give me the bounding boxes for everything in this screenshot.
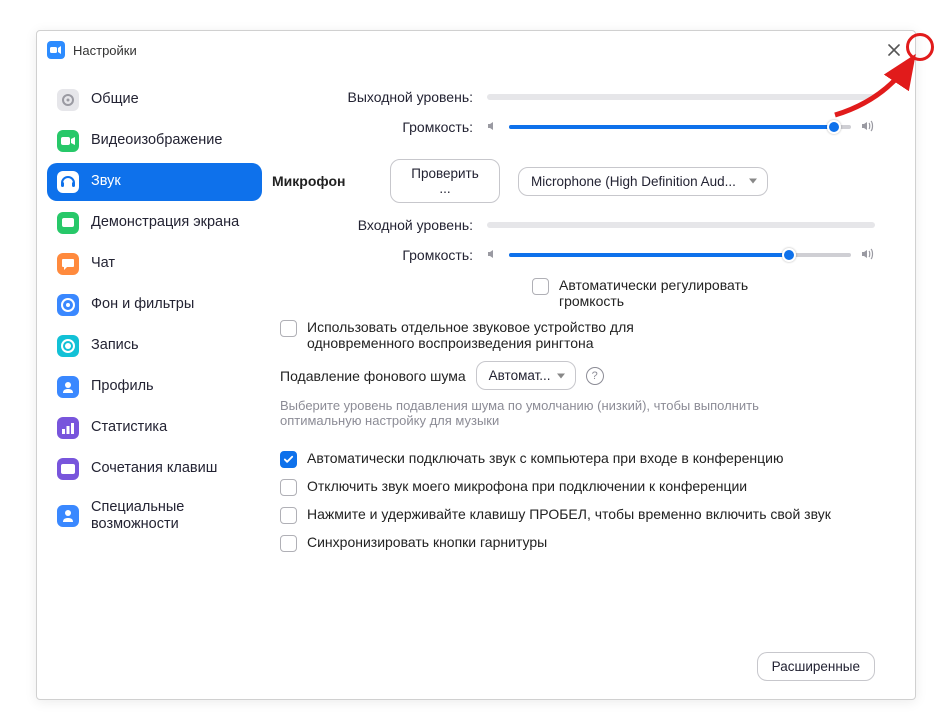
sync-headset-label: Синхронизировать кнопки гарнитуры bbox=[307, 534, 547, 550]
sidebar-label: Общие bbox=[91, 91, 139, 108]
sidebar-icon-4 bbox=[57, 253, 79, 275]
sidebar-item-3[interactable]: Демонстрация экрана bbox=[47, 204, 262, 242]
output-level-label: Выходной уровень: bbox=[272, 89, 487, 105]
sidebar-label: Фон и фильтры bbox=[91, 296, 194, 313]
test-mic-button[interactable]: Проверить ... bbox=[390, 159, 500, 203]
auto-join-audio-checkbox[interactable] bbox=[280, 451, 297, 468]
microphone-section-title: Микрофон bbox=[272, 173, 372, 189]
mute-on-join-label: Отключить звук моего микрофона при подкл… bbox=[307, 478, 747, 494]
sidebar-icon-7 bbox=[57, 376, 79, 398]
sidebar-item-6[interactable]: Запись bbox=[47, 327, 262, 365]
settings-window: Настройки Общие Видеоизображение Звук Демон… bbox=[36, 30, 916, 700]
close-button[interactable] bbox=[883, 39, 905, 61]
sidebar-item-5[interactable]: Фон и фильтры bbox=[47, 286, 262, 324]
sidebar-label: Статистика bbox=[91, 419, 167, 436]
sidebar-item-9[interactable]: Сочетания клавиш bbox=[47, 450, 262, 488]
sidebar-label: Профиль bbox=[91, 378, 154, 395]
sidebar-item-2[interactable]: Звук bbox=[47, 163, 262, 201]
speaker-high-icon bbox=[861, 119, 875, 135]
mic-volume-slider[interactable] bbox=[509, 253, 851, 257]
auto-volume-checkbox[interactable] bbox=[532, 278, 549, 295]
noise-suppression-select[interactable]: Автомат... bbox=[476, 361, 576, 390]
mic-volume-label: Громкость: bbox=[272, 247, 487, 263]
sidebar-item-0[interactable]: Общие bbox=[47, 81, 262, 119]
input-level-meter bbox=[487, 222, 875, 228]
help-icon[interactable]: ? bbox=[586, 367, 604, 385]
sidebar-label: Звук bbox=[91, 173, 121, 190]
sidebar-icon-9 bbox=[57, 458, 79, 480]
auto-volume-label: Автоматически регулировать громкость bbox=[559, 277, 779, 309]
window-title: Настройки bbox=[73, 43, 137, 58]
noise-suppression-label: Подавление фонового шума bbox=[280, 368, 466, 384]
mute-on-join-checkbox[interactable] bbox=[280, 479, 297, 496]
push-to-talk-label: Нажмите и удерживайте клавишу ПРОБЕЛ, чт… bbox=[307, 506, 831, 522]
settings-content: Выходной уровень: Громкость: bbox=[272, 65, 915, 699]
speaker-low-icon bbox=[487, 247, 499, 263]
push-to-talk-checkbox[interactable] bbox=[280, 507, 297, 524]
auto-join-audio-label: Автоматически подключать звук с компьюте… bbox=[307, 450, 783, 466]
sidebar: Общие Видеоизображение Звук Демонстрация эк… bbox=[37, 65, 272, 699]
sync-headset-checkbox[interactable] bbox=[280, 535, 297, 552]
sidebar-label: Демонстрация экрана bbox=[91, 214, 239, 231]
advanced-button[interactable]: Расширенные bbox=[757, 652, 875, 681]
speaker-low-icon bbox=[487, 119, 499, 135]
speaker-volume-label: Громкость: bbox=[272, 119, 487, 135]
sidebar-item-4[interactable]: Чат bbox=[47, 245, 262, 283]
sidebar-icon-0 bbox=[57, 89, 79, 111]
close-icon bbox=[888, 44, 900, 56]
sidebar-icon-6 bbox=[57, 335, 79, 357]
microphone-select[interactable]: Microphone (High Definition Aud... bbox=[518, 167, 768, 196]
titlebar: Настройки bbox=[37, 31, 915, 65]
sidebar-icon-8 bbox=[57, 417, 79, 439]
input-level-label: Входной уровень: bbox=[272, 217, 487, 233]
ringtone-device-checkbox[interactable] bbox=[280, 320, 297, 337]
zoom-app-icon bbox=[47, 41, 65, 59]
sidebar-label: Запись bbox=[91, 337, 139, 354]
sidebar-icon-2 bbox=[57, 171, 79, 193]
sidebar-icon-5 bbox=[57, 294, 79, 316]
sidebar-icon-1 bbox=[57, 130, 79, 152]
speaker-volume-slider[interactable] bbox=[509, 125, 851, 129]
sidebar-icon-10 bbox=[57, 505, 79, 527]
sidebar-label: Видеоизображение bbox=[91, 132, 222, 149]
sidebar-item-10[interactable]: Специальные возможности bbox=[47, 491, 262, 542]
speaker-high-icon bbox=[861, 247, 875, 263]
sidebar-item-8[interactable]: Статистика bbox=[47, 409, 262, 447]
ringtone-device-label: Использовать отдельное звуковое устройст… bbox=[307, 319, 737, 351]
noise-suppression-hint: Выберите уровень подавления шума по умол… bbox=[272, 398, 812, 428]
sidebar-label: Специальные возможности bbox=[91, 499, 252, 534]
sidebar-item-1[interactable]: Видеоизображение bbox=[47, 122, 262, 160]
sidebar-label: Чат bbox=[91, 255, 115, 272]
sidebar-item-7[interactable]: Профиль bbox=[47, 368, 262, 406]
output-level-meter bbox=[487, 94, 875, 100]
sidebar-label: Сочетания клавиш bbox=[91, 460, 217, 477]
sidebar-icon-3 bbox=[57, 212, 79, 234]
